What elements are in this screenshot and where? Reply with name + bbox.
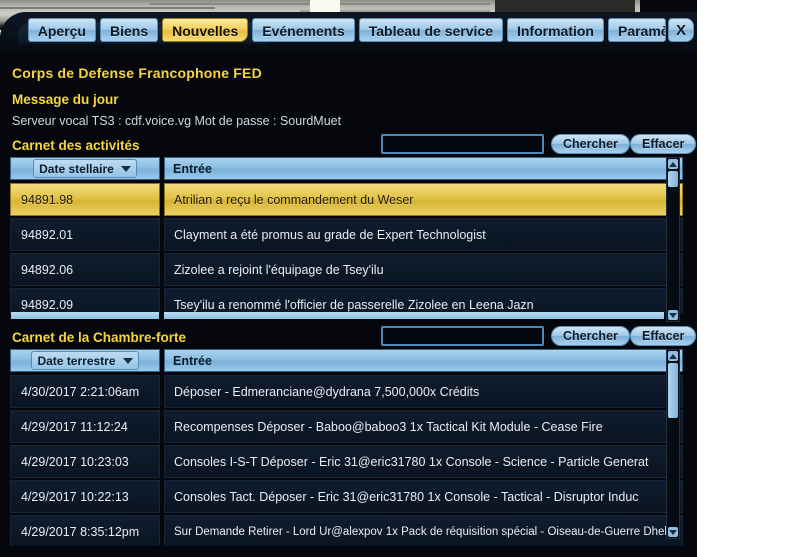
activity-col-date-label: Date stellaire xyxy=(39,161,114,176)
bank-row-entry: Recompenses Déposer - Baboo@baboo3 1x Ta… xyxy=(164,410,683,443)
scroll-down-button[interactable] xyxy=(668,310,678,320)
tab-parametres[interactable]: Paramètres xyxy=(607,18,666,42)
bank-col-date-label: Date terrestre xyxy=(37,353,116,368)
activity-vertical-scrollbar[interactable] xyxy=(666,157,680,322)
activity-hscroll-date[interactable] xyxy=(11,312,159,319)
caret-down-icon xyxy=(669,529,677,535)
bank-search-button[interactable]: Chercher xyxy=(551,326,630,346)
motd-heading: Message du jour xyxy=(12,92,119,107)
tab-tableau-de-service[interactable]: Tableau de service xyxy=(358,18,503,42)
activity-col-entry-label: Entrée xyxy=(173,161,212,176)
table-row[interactable]: 94891.98 Atrilian a reçu le commandement… xyxy=(10,183,683,216)
activity-row-entry: Tsey'ilu a renommé l'officier de passere… xyxy=(164,288,683,314)
activity-hscroll-date-thumb[interactable] xyxy=(11,312,159,319)
activity-row-date: 94892.01 xyxy=(10,218,160,251)
activity-scrollbar-thumb[interactable] xyxy=(668,171,678,187)
activity-log-table: Date stellaire Entrée 94891.98 Atrilian … xyxy=(10,157,683,322)
activity-row-date: 94892.09 xyxy=(10,288,160,314)
bank-col-entry-label: Entrée xyxy=(173,353,212,368)
bank-table-body: 4/30/2017 2:21:06am Déposer - Edmerancia… xyxy=(10,375,683,546)
bank-log-title: Carnet de la Chambre-forte xyxy=(12,330,187,345)
tab-evenements[interactable]: Evénements xyxy=(252,18,355,42)
bank-row-date: 4/29/2017 10:22:13 xyxy=(10,480,160,513)
bank-row-entry: Consoles Tact. Déposer - Eric 31@eric317… xyxy=(164,480,683,513)
caret-up-icon xyxy=(669,353,677,359)
scroll-down-button[interactable] xyxy=(668,527,678,537)
tab-apercu[interactable]: Aperçu xyxy=(27,18,96,42)
activity-row-date: 94891.98 xyxy=(10,183,160,216)
caret-down-icon xyxy=(669,312,677,318)
caret-up-icon xyxy=(669,161,677,167)
activity-hscroll-entry-thumb[interactable] xyxy=(164,312,664,319)
activity-row-entry: Zizolee a rejoint l'équipage de Tsey'ilu xyxy=(164,253,683,286)
screen: Aperçu Biens Nouvelles Evénements Tablea… xyxy=(0,0,800,557)
chevron-down-icon xyxy=(120,165,131,172)
bank-search-input[interactable] xyxy=(381,326,544,346)
activity-sort-date-button[interactable]: Date stellaire xyxy=(33,159,137,178)
activity-row-entry: Clayment a été promus au grade de Expert… xyxy=(164,218,683,251)
bank-scrollbar-thumb[interactable] xyxy=(668,363,678,418)
activity-search-input[interactable] xyxy=(381,134,544,154)
activity-col-date[interactable]: Date stellaire xyxy=(10,157,160,180)
bank-row-date: 4/29/2017 10:23:03 xyxy=(10,445,160,478)
table-row[interactable]: 94892.06 Zizolee a rejoint l'équipage de… xyxy=(10,253,683,286)
bank-col-entry[interactable]: Entrée xyxy=(164,349,683,372)
table-row[interactable]: 4/29/2017 10:22:13 Consoles Tact. Dépose… xyxy=(10,480,683,513)
bank-row-date: 4/30/2017 2:21:06am xyxy=(10,375,160,408)
activity-row-entry: Atrilian a reçu le commandement du Weser xyxy=(164,183,683,216)
window-content: Corps de Defense Francophone FED Message… xyxy=(0,56,697,557)
scroll-up-button[interactable] xyxy=(668,159,678,169)
table-row[interactable]: 94892.01 Clayment a été promus au grade … xyxy=(10,218,683,251)
bank-row-date: 4/29/2017 11:12:24 xyxy=(10,410,160,443)
tab-bar: Aperçu Biens Nouvelles Evénements Tablea… xyxy=(0,18,697,44)
activity-log-title: Carnet des activités xyxy=(12,138,140,153)
bank-search-field[interactable] xyxy=(383,329,542,345)
activity-col-entry[interactable]: Entrée xyxy=(164,157,683,180)
close-icon[interactable]: X xyxy=(667,18,694,42)
activity-clear-button[interactable]: Effacer xyxy=(630,134,697,154)
page-title: Corps de Defense Francophone FED xyxy=(12,65,262,81)
activity-hscroll-entry[interactable] xyxy=(164,312,664,319)
table-row[interactable]: 4/29/2017 11:12:24 Recompenses Déposer -… xyxy=(10,410,683,443)
table-row[interactable]: 94892.09 Tsey'ilu a renommé l'officier d… xyxy=(10,288,683,314)
bank-row-date: 4/29/2017 8:35:12pm xyxy=(10,515,160,546)
table-row[interactable]: 4/29/2017 8:35:12pm Sur Demande Retirer … xyxy=(10,515,683,546)
activity-table-header: Date stellaire Entrée xyxy=(10,157,683,180)
chevron-down-icon xyxy=(122,357,133,364)
tab-biens[interactable]: Biens xyxy=(99,18,159,42)
scroll-up-button[interactable] xyxy=(668,351,678,361)
tab-information[interactable]: Information xyxy=(506,18,604,42)
bank-vertical-scrollbar[interactable] xyxy=(666,349,680,539)
bank-row-entry: Consoles I-S-T Déposer - Eric 31@eric317… xyxy=(164,445,683,478)
bank-row-entry: Sur Demande Retirer - Lord Ur@alexpov 1x… xyxy=(164,515,683,546)
scene-streak xyxy=(0,7,215,9)
bank-log-table: Date terrestre Entrée 4/30/2017 2:21:06a… xyxy=(10,349,683,554)
motd-text: Serveur vocal TS3 : cdf.voice.vg Mot de … xyxy=(12,114,342,128)
bank-clear-button[interactable]: Effacer xyxy=(630,326,697,346)
bank-table-header: Date terrestre Entrée xyxy=(10,349,683,372)
fleet-window: Aperçu Biens Nouvelles Evénements Tablea… xyxy=(0,12,697,557)
table-row[interactable]: 4/29/2017 10:23:03 Consoles I-S-T Dépose… xyxy=(10,445,683,478)
table-row[interactable]: 4/30/2017 2:21:06am Déposer - Edmerancia… xyxy=(10,375,683,408)
activity-search-field[interactable] xyxy=(383,137,542,153)
activity-table-body: 94891.98 Atrilian a reçu le commandement… xyxy=(10,183,683,314)
activity-row-date: 94892.06 xyxy=(10,253,160,286)
activity-search-button[interactable]: Chercher xyxy=(551,134,630,154)
bank-sort-date-button[interactable]: Date terrestre xyxy=(31,351,139,370)
bank-row-entry: Déposer - Edmeranciane@dydrana 7,500,000… xyxy=(164,375,683,408)
bank-col-date[interactable]: Date terrestre xyxy=(10,349,160,372)
tab-nouvelles[interactable]: Nouvelles xyxy=(162,18,249,42)
